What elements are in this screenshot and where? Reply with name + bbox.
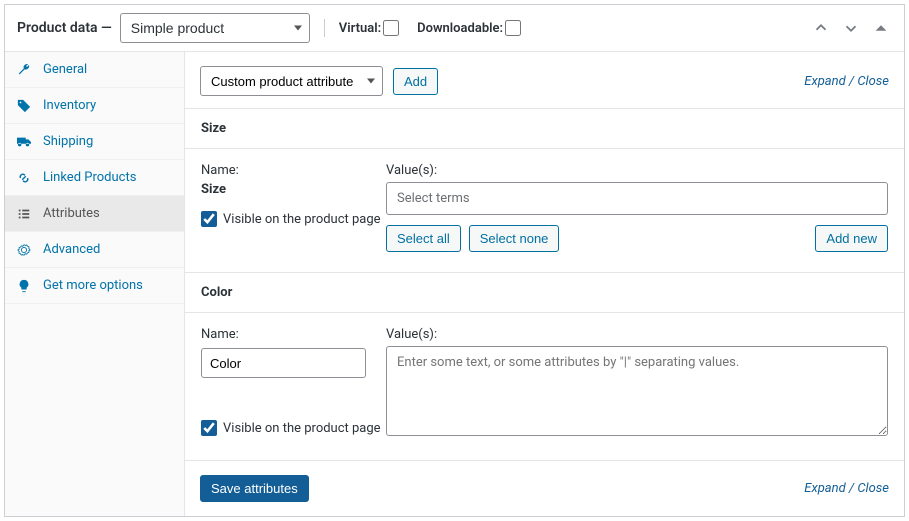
attribute-name-input[interactable] — [201, 348, 366, 378]
collapse-icon[interactable] — [870, 19, 892, 37]
sidebar-item-label: Linked Products — [43, 170, 136, 185]
panel-header: Product data — Simple product Virtual: D… — [5, 5, 904, 52]
attribute-type-select[interactable]: Custom product attribute — [200, 66, 383, 96]
virtual-toggle[interactable]: Virtual: — [339, 20, 399, 36]
gear-icon — [17, 243, 33, 257]
attribute-values-textarea[interactable] — [386, 346, 888, 436]
terms-select[interactable]: Select terms — [386, 182, 888, 215]
add-attribute-button[interactable]: Add — [393, 68, 438, 95]
list-icon — [17, 207, 33, 221]
sidebar-item-more[interactable]: Get more options — [5, 268, 184, 304]
sidebar-item-label: General — [43, 62, 87, 77]
sidebar-item-label: Inventory — [43, 98, 96, 113]
move-up-icon[interactable] — [810, 19, 832, 37]
select-none-button[interactable]: Select none — [469, 225, 560, 252]
downloadable-checkbox[interactable] — [505, 20, 521, 36]
sidebar-item-shipping[interactable]: Shipping — [5, 124, 184, 160]
visible-toggle[interactable]: Visible on the product page — [201, 420, 386, 436]
sidebar-item-label: Advanced — [43, 242, 100, 257]
sidebar-item-attributes[interactable]: Attributes — [5, 196, 184, 232]
values-label: Value(s): — [386, 327, 888, 342]
visible-toggle[interactable]: Visible on the product page — [201, 211, 386, 227]
tag-icon — [17, 99, 33, 113]
move-down-icon[interactable] — [840, 19, 862, 37]
sidebar-item-general[interactable]: General — [5, 52, 184, 88]
sidebar-item-linked[interactable]: Linked Products — [5, 160, 184, 196]
select-all-button[interactable]: Select all — [386, 225, 461, 252]
attribute-header[interactable]: Size — [185, 109, 904, 149]
sidebar-item-advanced[interactable]: Advanced — [5, 232, 184, 268]
visible-checkbox[interactable] — [201, 211, 217, 227]
attribute-section: Color Name: Visible on the product page … — [185, 272, 904, 460]
save-attributes-button[interactable]: Save attributes — [200, 475, 309, 502]
sidebar-item-inventory[interactable]: Inventory — [5, 88, 184, 124]
divider — [324, 19, 325, 37]
product-type-select[interactable]: Simple product — [120, 13, 310, 43]
link-icon — [17, 171, 33, 185]
product-data-tabs: General Inventory Shipping Linked Produc… — [5, 52, 185, 516]
virtual-checkbox[interactable] — [383, 20, 399, 36]
name-label: Name: — [201, 163, 386, 178]
sidebar-item-label: Get more options — [43, 278, 143, 293]
name-label: Name: — [201, 327, 386, 342]
values-label: Value(s): — [386, 163, 888, 178]
add-new-term-button[interactable]: Add new — [815, 225, 888, 252]
lightbulb-icon — [17, 279, 33, 293]
name-value: Size — [201, 182, 386, 197]
sidebar-item-label: Attributes — [43, 206, 100, 221]
expand-close-link[interactable]: Expand / Close — [804, 74, 889, 89]
visible-checkbox[interactable] — [201, 420, 217, 436]
sidebar-item-label: Shipping — [43, 134, 93, 149]
downloadable-toggle[interactable]: Downloadable: — [417, 20, 521, 36]
panel-title: Product data — — [17, 20, 112, 36]
product-data-panel: Product data — Simple product Virtual: D… — [4, 4, 905, 517]
wrench-icon — [17, 63, 33, 77]
attribute-header[interactable]: Color — [185, 273, 904, 313]
truck-icon — [17, 135, 33, 149]
attributes-panel: Custom product attribute Add Expand / Cl… — [185, 52, 904, 516]
expand-close-link[interactable]: Expand / Close — [804, 481, 889, 496]
attribute-section: Size Name: Size Visible on the product p… — [185, 108, 904, 272]
